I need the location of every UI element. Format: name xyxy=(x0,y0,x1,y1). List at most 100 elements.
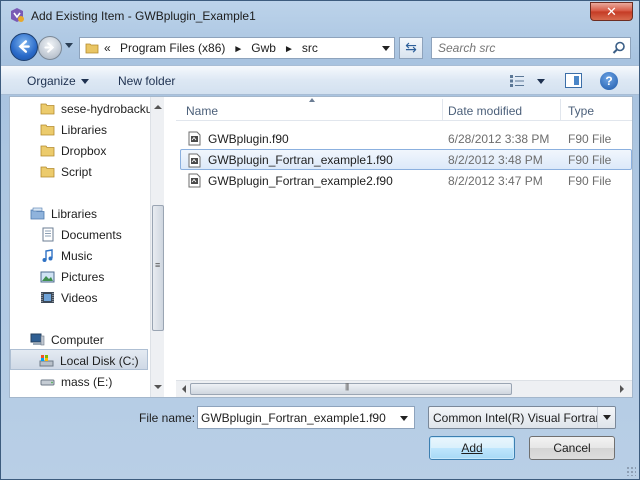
nav-item-label: Script xyxy=(61,165,92,179)
nav-item-label: Videos xyxy=(61,291,98,305)
documents-icon xyxy=(42,227,54,242)
nav-item-label: Documents xyxy=(61,228,122,242)
filter-dropdown-button[interactable] xyxy=(597,407,615,428)
back-button[interactable] xyxy=(10,33,38,61)
column-headers: Name Date modified Type xyxy=(176,97,632,121)
help-button[interactable]: ? xyxy=(600,72,618,90)
command-bar: Organize New folder ? xyxy=(1,65,639,95)
scroll-up-icon[interactable] xyxy=(154,105,162,109)
close-button[interactable]: ✕ xyxy=(590,2,633,21)
refresh-icon: ⇆ xyxy=(405,39,417,55)
resize-grip-icon[interactable] xyxy=(626,466,636,476)
music-icon xyxy=(42,249,53,262)
column-divider[interactable] xyxy=(442,99,443,121)
content-area: sese-hydrobacku Libraries Dropbox Script… xyxy=(9,96,633,398)
nav-item-computer[interactable]: Computer xyxy=(10,329,150,350)
search-input[interactable] xyxy=(438,41,608,55)
file-row-selected[interactable]: GWBplugin_Fortran_example1.f90 8/2/2012 … xyxy=(180,149,632,170)
file-name: GWBplugin_Fortran_example1.f90 xyxy=(208,153,393,167)
column-header-date[interactable]: Date modified xyxy=(448,104,522,118)
folder-icon xyxy=(40,166,55,178)
breadcrumb: « Program Files (x86) ► Gwb ► src xyxy=(104,41,318,55)
nav-item-music[interactable]: Music xyxy=(10,245,150,266)
nav-item-label: Music xyxy=(61,249,93,263)
add-button[interactable]: Add xyxy=(429,436,515,460)
nav-item-videos[interactable]: Videos xyxy=(10,287,150,308)
title-bar[interactable]: Add Existing Item - GWBplugin_Example1 ✕ xyxy=(1,1,639,29)
folder-icon xyxy=(40,124,55,136)
nav-item-documents[interactable]: Documents xyxy=(10,224,150,245)
file-type: F90 File xyxy=(568,153,612,167)
horizontal-scrollbar[interactable] xyxy=(176,380,632,397)
libraries-icon xyxy=(30,207,45,220)
nav-item-label: Pictures xyxy=(61,270,105,284)
file-name-combobox[interactable] xyxy=(197,406,415,429)
refresh-button[interactable]: ⇆ xyxy=(399,37,423,59)
f90-file-icon xyxy=(188,131,201,146)
chevron-down-icon[interactable] xyxy=(400,416,408,421)
window-title: Add Existing Item - GWBplugin_Example1 xyxy=(31,9,256,23)
column-header-name[interactable]: Name xyxy=(186,104,218,118)
nav-item-pictures[interactable]: Pictures xyxy=(10,266,150,287)
computer-icon xyxy=(30,333,45,346)
scroll-right-icon[interactable] xyxy=(620,385,624,393)
scroll-down-icon[interactable] xyxy=(154,385,162,389)
breadcrumb-separator-icon[interactable]: ► xyxy=(225,44,251,55)
nav-item-label: sese-hydrobacku xyxy=(61,102,153,116)
nav-item-sese-hydrobackup[interactable]: sese-hydrobacku xyxy=(10,98,153,119)
search-icon[interactable] xyxy=(612,41,626,55)
breadcrumb-separator-icon[interactable]: ► xyxy=(276,44,302,55)
preview-pane-button[interactable] xyxy=(565,73,582,88)
views-dropdown[interactable] xyxy=(537,79,545,84)
views-icon[interactable] xyxy=(509,74,525,88)
nav-item-script[interactable]: Script xyxy=(10,161,150,182)
pictures-icon xyxy=(40,271,55,283)
nav-item-dropbox[interactable]: Dropbox xyxy=(10,140,150,161)
address-dropdown[interactable] xyxy=(382,46,390,51)
file-date: 8/2/2012 3:47 PM xyxy=(448,174,543,188)
nav-item-libraries[interactable]: Libraries xyxy=(10,203,150,224)
file-name: GWBplugin_Fortran_example2.f90 xyxy=(208,174,393,188)
nav-item-local-disk-c[interactable]: Local Disk (C:) xyxy=(10,349,148,370)
nav-item-label: Local Disk (C:) xyxy=(60,354,139,368)
column-header-type[interactable]: Type xyxy=(568,104,594,118)
new-folder-button[interactable]: New folder xyxy=(118,74,175,88)
nav-item-label: Libraries xyxy=(51,207,98,221)
file-row[interactable]: GWBplugin_Fortran_example2.f90 8/2/2012 … xyxy=(182,170,632,191)
breadcrumb-src[interactable]: src xyxy=(302,41,318,55)
arrow-right-icon xyxy=(44,42,55,53)
folder-icon xyxy=(85,43,99,54)
nav-item-label: mass (E:) xyxy=(61,375,113,389)
organize-label: Organize xyxy=(27,74,76,88)
file-name-input[interactable] xyxy=(201,411,391,425)
search-box[interactable] xyxy=(431,37,631,59)
file-date: 6/28/2012 3:38 PM xyxy=(448,132,550,146)
add-existing-item-dialog: Add Existing Item - GWBplugin_Example1 ✕… xyxy=(0,0,640,480)
nav-item-mass-e[interactable]: mass (E:) xyxy=(10,371,150,392)
address-bar[interactable]: « Program Files (x86) ► Gwb ► src xyxy=(79,37,395,59)
nav-item-label: Computer xyxy=(51,333,104,347)
nav-item-label: Libraries xyxy=(61,123,108,137)
chevron-down-icon xyxy=(80,79,89,85)
folder-icon xyxy=(40,145,55,157)
horizontal-scroll-thumb[interactable] xyxy=(190,382,512,395)
file-type-filter[interactable]: Common Intel(R) Visual Fortran xyxy=(428,406,616,429)
visual-studio-icon xyxy=(11,8,24,22)
breadcrumb-program-files[interactable]: Program Files (x86) xyxy=(114,41,225,55)
column-divider[interactable] xyxy=(560,99,561,121)
breadcrumb-overflow[interactable]: « xyxy=(104,41,111,55)
file-row[interactable]: GWBplugin.f90 6/28/2012 3:38 PM F90 File xyxy=(182,128,632,149)
nav-scrollbar[interactable] xyxy=(150,97,164,397)
f90-file-icon xyxy=(188,153,201,168)
breadcrumb-gwb[interactable]: Gwb xyxy=(251,41,276,55)
recent-pages-dropdown[interactable] xyxy=(65,43,73,48)
file-name-label: File name: xyxy=(139,411,196,425)
nav-item-label: Dropbox xyxy=(61,144,107,158)
forward-button[interactable] xyxy=(38,36,62,60)
add-button-label: Add xyxy=(461,441,483,455)
organize-button[interactable]: Organize xyxy=(27,74,89,88)
nav-item-libraries-folder[interactable]: Libraries xyxy=(10,119,150,140)
cancel-button[interactable]: Cancel xyxy=(529,436,615,460)
scroll-left-icon[interactable] xyxy=(182,385,186,393)
nav-scroll-thumb[interactable] xyxy=(152,205,164,331)
